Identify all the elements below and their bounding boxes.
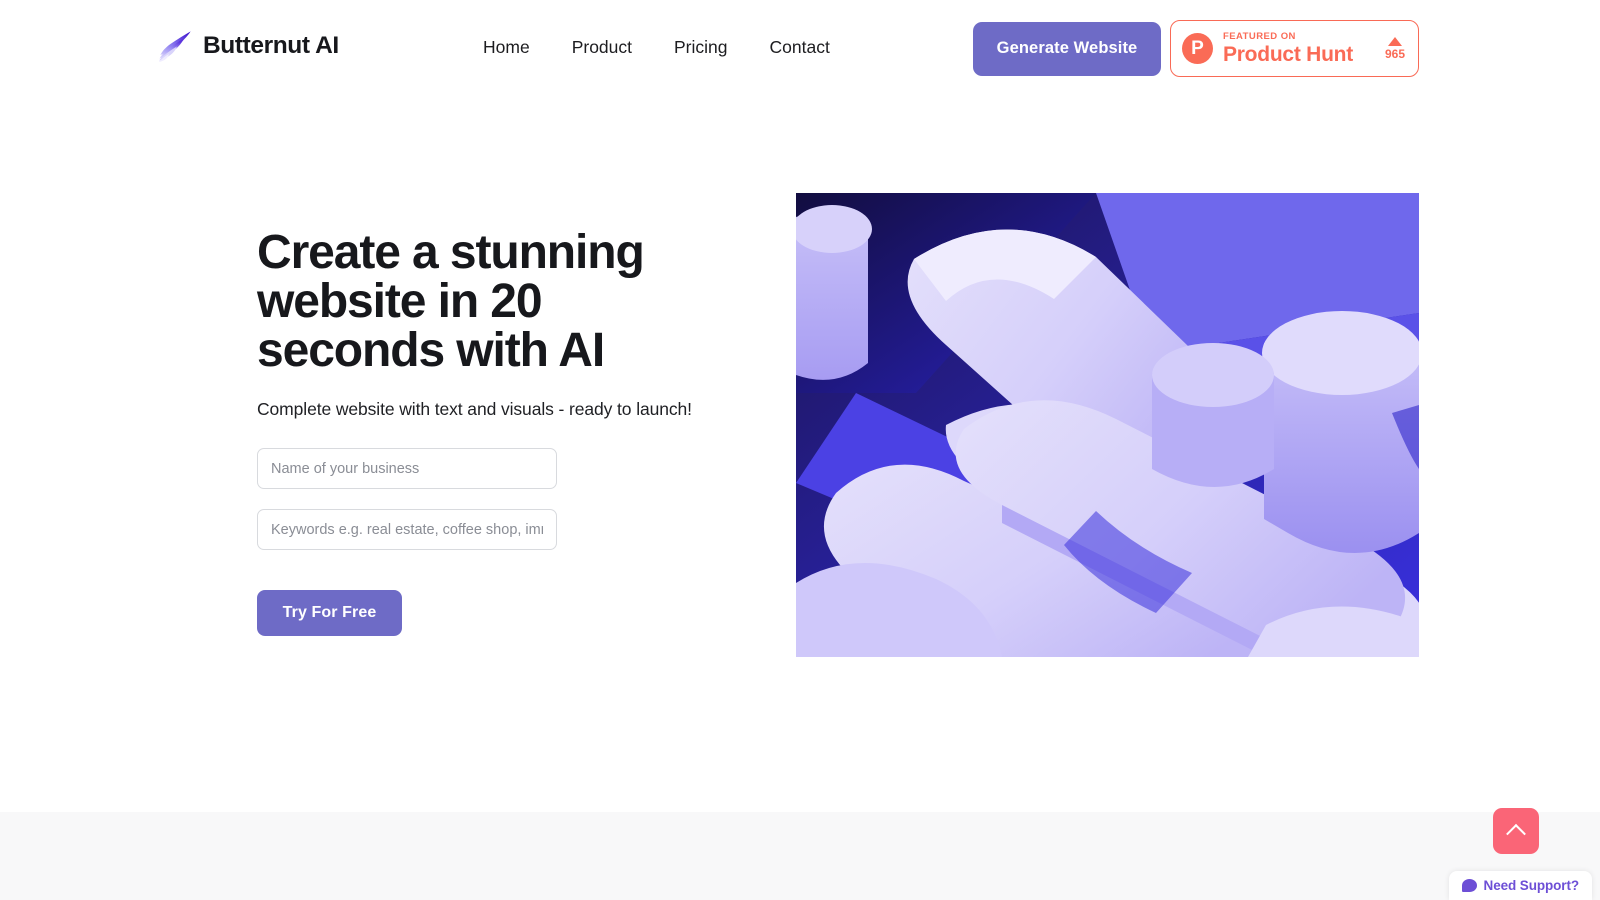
nav-item-product[interactable]: Product xyxy=(551,30,653,64)
chat-bubble-icon xyxy=(1461,879,1477,892)
chevron-up-icon xyxy=(1506,823,1526,844)
below-fold-section xyxy=(0,812,1600,900)
hero-subtitle: Complete website with text and visuals -… xyxy=(257,399,692,419)
generate-website-button[interactable]: Generate Website xyxy=(973,21,1161,76)
triangle-up-icon xyxy=(1387,37,1402,46)
product-hunt-kicker: FEATURED ON xyxy=(1223,30,1296,42)
hero-visual-image xyxy=(796,193,1419,657)
product-hunt-badge[interactable]: P FEATURED ON Product Hunt 965 xyxy=(1170,20,1419,77)
abstract-3d-shapes-illustration xyxy=(796,193,1419,657)
nav-item-contact[interactable]: Contact xyxy=(749,30,851,64)
business-name-input[interactable] xyxy=(257,448,557,489)
nav-item-home[interactable]: Home xyxy=(462,30,551,64)
product-hunt-logo-icon: P xyxy=(1182,33,1213,64)
product-hunt-text: FEATURED ON Product Hunt xyxy=(1223,31,1373,67)
product-hunt-vote-count: 965 xyxy=(1384,47,1405,61)
butternut-wing-logo-icon xyxy=(158,31,191,63)
keywords-input[interactable] xyxy=(257,509,557,550)
hero-generate-form: Try For Free xyxy=(257,448,757,636)
page-root: Butternut AI Home Product Pricing Contac… xyxy=(0,0,1600,900)
try-for-free-button[interactable]: Try For Free xyxy=(257,590,402,636)
site-header: Butternut AI Home Product Pricing Contac… xyxy=(0,0,1600,94)
hero-copy: Create a stunning website in 20 seconds … xyxy=(257,228,757,636)
page-title: Create a stunning website in 20 seconds … xyxy=(257,226,645,377)
support-chat-widget[interactable]: Need Support? xyxy=(1448,871,1592,900)
brand-logo-link[interactable]: Butternut AI xyxy=(156,28,339,64)
nav-item-pricing[interactable]: Pricing xyxy=(653,30,749,64)
header-actions: Generate Website P FEATURED ON Product H… xyxy=(973,20,1419,77)
scroll-to-top-button[interactable] xyxy=(1493,808,1539,854)
product-hunt-votes: 965 xyxy=(1383,37,1405,60)
product-hunt-title: Product Hunt xyxy=(1223,42,1353,66)
hero-section: Create a stunning website in 20 seconds … xyxy=(0,94,1600,812)
primary-nav: Home Product Pricing Contact xyxy=(462,30,851,64)
brand-name: Butternut AI xyxy=(203,32,339,59)
support-widget-label: Need Support? xyxy=(1483,878,1580,893)
